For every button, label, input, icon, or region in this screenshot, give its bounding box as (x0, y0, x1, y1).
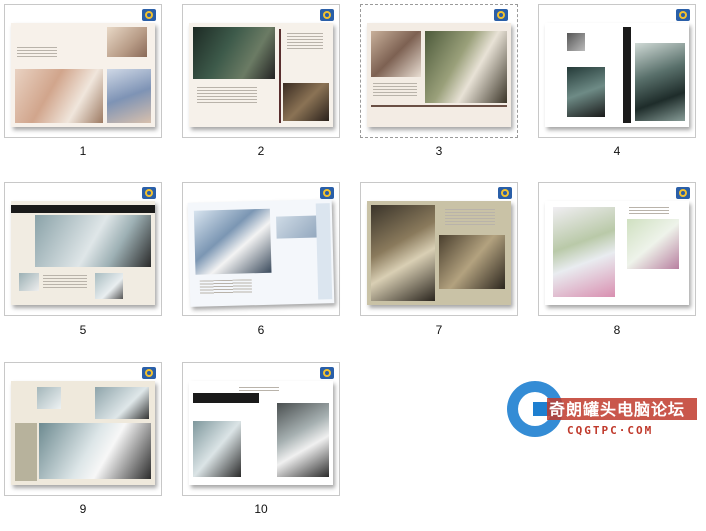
app-globe-icon (141, 365, 157, 381)
text-block (629, 207, 669, 215)
photo (95, 387, 149, 419)
page-number-label: 2 (257, 144, 265, 158)
thumbnail-4[interactable] (538, 4, 696, 138)
page-number-label: 1 (79, 144, 87, 158)
page-preview (545, 23, 689, 127)
text-block (43, 275, 87, 289)
photo (39, 423, 151, 479)
page-preview (367, 23, 511, 127)
photo (277, 403, 329, 477)
text-block (197, 87, 257, 105)
divider (279, 29, 281, 123)
app-globe-icon (675, 7, 691, 23)
thumbnail-7[interactable] (360, 182, 518, 316)
app-globe-icon (319, 365, 335, 381)
photo (35, 215, 151, 267)
photo (193, 421, 241, 477)
header-bar (11, 205, 155, 213)
thumbnail-6[interactable] (182, 182, 340, 316)
photo (283, 83, 329, 121)
photo (107, 69, 151, 123)
photo (193, 208, 272, 275)
thumbnail-5[interactable] (4, 182, 162, 316)
side-panel (15, 423, 37, 481)
text-block (17, 47, 57, 57)
page-preview (11, 23, 155, 127)
app-globe-icon (493, 7, 509, 23)
page-number-label: 6 (257, 323, 265, 337)
page-number-label: 3 (435, 144, 443, 158)
app-globe-icon (141, 185, 157, 201)
text-block (199, 279, 253, 295)
page-preview (187, 199, 335, 307)
page-preview (11, 381, 155, 485)
app-globe-icon (675, 185, 691, 201)
photo (439, 235, 505, 289)
photo (567, 67, 605, 117)
photo (627, 219, 679, 269)
page-preview (189, 381, 333, 485)
divider (623, 27, 631, 123)
page-number-label: 10 (254, 502, 268, 516)
app-globe-icon (497, 185, 513, 201)
forum-watermark: 奇朗罐头电脑论坛 CQGTPC·COM (505, 376, 705, 442)
photo (567, 33, 585, 51)
app-globe-icon (319, 7, 335, 23)
text-block (445, 209, 495, 225)
photo (19, 273, 39, 291)
page-number-label: 8 (613, 323, 621, 337)
page-preview (367, 201, 511, 305)
photo (193, 27, 275, 79)
photo (37, 387, 61, 409)
photo (95, 273, 123, 299)
page-number-label: 4 (613, 144, 621, 158)
rule (371, 105, 507, 107)
page-preview (189, 23, 333, 127)
side-panel (315, 203, 333, 300)
photo (425, 31, 507, 103)
thumbnail-9[interactable] (4, 362, 162, 496)
header-bar (193, 393, 259, 403)
app-globe-icon (141, 7, 157, 23)
text-block (287, 33, 323, 51)
photo (371, 31, 421, 77)
thumbnail-10[interactable] (182, 362, 340, 496)
thumbnail-8[interactable] (538, 182, 696, 316)
photo (15, 69, 103, 123)
photo (107, 27, 147, 57)
thumbnail-2[interactable] (182, 4, 340, 138)
photo (635, 43, 685, 121)
watermark-title: 奇朗罐头电脑论坛 (549, 400, 686, 419)
page-number-label: 7 (435, 323, 443, 337)
text-block (239, 387, 279, 393)
thumbnail-1[interactable] (4, 4, 162, 138)
page-number-label: 9 (79, 502, 87, 516)
photo (371, 205, 435, 301)
watermark-subtitle: CQGTPC·COM (567, 424, 654, 437)
photo (553, 207, 615, 297)
page-number-label: 5 (79, 323, 87, 337)
app-globe-icon (319, 185, 335, 201)
page-preview (11, 201, 155, 305)
page-preview (545, 201, 689, 305)
thumbnail-3[interactable] (360, 4, 518, 138)
text-block (373, 83, 417, 97)
